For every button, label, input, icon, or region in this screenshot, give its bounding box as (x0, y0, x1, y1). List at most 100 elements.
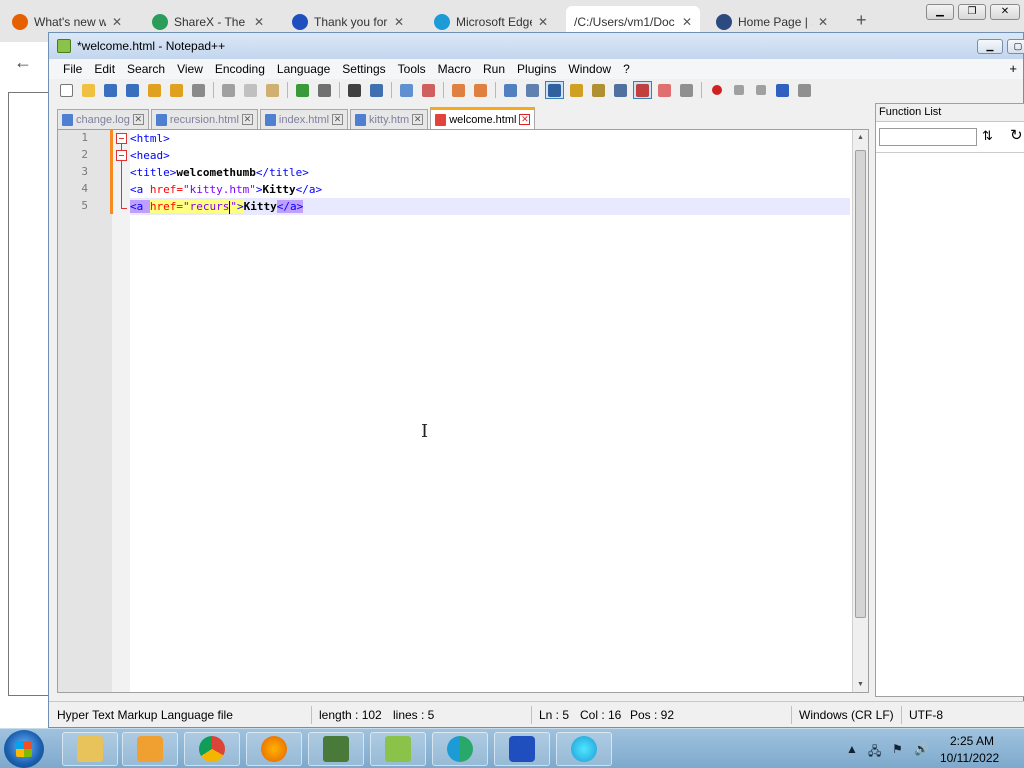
volume-icon[interactable]: 🔊 (914, 742, 929, 756)
doc-list-button[interactable] (611, 81, 630, 99)
menu-tools[interactable]: Tools (392, 59, 432, 79)
browser-restore-button[interactable]: ❐ (958, 4, 986, 20)
scroll-up-icon[interactable]: ▲ (857, 134, 864, 141)
status-encoding[interactable]: UTF-8 (909, 708, 943, 722)
redo-button[interactable] (315, 81, 334, 99)
file-tab-recursion[interactable]: recursion.html ✕ (150, 109, 258, 129)
taskbar-app-edge[interactable] (556, 732, 612, 766)
macro-record-button[interactable] (707, 81, 726, 99)
clock-date[interactable]: 10/11/2022 (940, 751, 999, 765)
menu-encoding[interactable]: Encoding (209, 59, 271, 79)
file-tab-welcome[interactable]: welcome.html ✕ (430, 107, 536, 129)
file-tab-change-log[interactable]: change.log ✕ (57, 109, 149, 129)
minimize-button[interactable]: ▁ (977, 39, 1003, 54)
menu-language[interactable]: Language (271, 59, 336, 79)
vertical-scrollbar[interactable]: ▲ ▼ (852, 130, 868, 692)
scrollbar-thumb[interactable] (855, 150, 866, 618)
taskbar-app-media-player[interactable] (122, 732, 178, 766)
taskbar-app-chrome[interactable] (184, 732, 240, 766)
reload-icon[interactable]: ↻ (1010, 126, 1023, 144)
function-list-button[interactable] (633, 81, 652, 99)
folder-workspace-button[interactable] (655, 81, 674, 99)
close-icon[interactable]: ✕ (412, 114, 424, 125)
macro-save-button[interactable] (795, 81, 814, 99)
menu-window[interactable]: Window (562, 59, 617, 79)
taskbar-app-task-manager[interactable] (308, 732, 364, 766)
fold-toggle-icon[interactable] (116, 150, 127, 161)
menu-search[interactable]: Search (121, 59, 171, 79)
new-tab-icon[interactable]: + (856, 10, 867, 31)
function-list-search-input[interactable] (879, 128, 977, 146)
menu-macro[interactable]: Macro (432, 59, 477, 79)
add-icon[interactable]: + (1009, 59, 1017, 79)
cut-button[interactable] (219, 81, 238, 99)
taskbar-app-edge-dev[interactable] (432, 732, 488, 766)
indent-guide-button[interactable] (545, 81, 564, 99)
close-icon[interactable]: ✕ (132, 114, 144, 125)
taskbar-app-explorer[interactable] (62, 732, 118, 766)
network-icon[interactable]: 🖧 (868, 742, 881, 763)
word-wrap-button[interactable] (501, 81, 520, 99)
clock-time[interactable]: 2:25 AM (950, 734, 994, 748)
show-all-chars-button[interactable] (523, 81, 542, 99)
close-icon[interactable]: ✕ (538, 15, 548, 29)
new-file-button[interactable] (57, 81, 76, 99)
save-button[interactable] (101, 81, 120, 99)
taskbar-app-notepadpp[interactable] (370, 732, 426, 766)
window-titlebar[interactable]: *welcome.html - Notepad++ ▁ ▢ (49, 33, 1024, 59)
close-icon[interactable]: ✕ (112, 15, 122, 29)
sync-horizontal-button[interactable] (471, 81, 490, 99)
menu-view[interactable]: View (171, 59, 209, 79)
sort-icon[interactable]: ⇅ (982, 128, 993, 144)
show-hidden-icons-icon[interactable]: ▲ (846, 742, 858, 756)
browser-minimize-button[interactable]: ▁ (926, 4, 954, 20)
copy-button[interactable] (241, 81, 260, 99)
open-file-button[interactable] (79, 81, 98, 99)
sync-vertical-button[interactable] (449, 81, 468, 99)
undo-button[interactable] (293, 81, 312, 99)
monitoring-button[interactable] (677, 81, 696, 99)
close-icon[interactable]: ✕ (519, 114, 531, 125)
close-all-button[interactable] (167, 81, 186, 99)
code-editor[interactable]: 1 2 3 4 5 <html> <head> <title>welcometh… (57, 129, 869, 693)
replace-button[interactable] (367, 81, 386, 99)
file-tab-index[interactable]: index.html ✕ (259, 109, 349, 129)
close-icon[interactable]: ✕ (241, 114, 253, 125)
doc-map-button[interactable] (589, 81, 608, 99)
scroll-down-icon[interactable]: ▼ (857, 681, 864, 688)
macro-play-button[interactable] (751, 81, 770, 99)
zoom-out-button[interactable] (419, 81, 438, 99)
fold-toggle-icon[interactable] (116, 133, 127, 144)
zoom-in-button[interactable] (397, 81, 416, 99)
start-button[interactable] (4, 730, 44, 768)
menu-plugins[interactable]: Plugins (511, 59, 562, 79)
close-icon[interactable]: ✕ (254, 15, 264, 29)
paste-button[interactable] (263, 81, 282, 99)
udl-button[interactable] (567, 81, 586, 99)
find-button[interactable] (345, 81, 364, 99)
macro-stop-button[interactable] (729, 81, 748, 99)
taskbar-app-firefox[interactable] (246, 732, 302, 766)
menu-file[interactable]: File (57, 59, 88, 79)
back-arrow-icon[interactable]: ← (14, 52, 32, 73)
print-button[interactable] (189, 81, 208, 99)
close-icon[interactable]: ✕ (818, 15, 828, 29)
menu-run[interactable]: Run (477, 59, 511, 79)
taskbar-app-malwarebytes[interactable] (494, 732, 550, 766)
menu-help[interactable]: ? (617, 59, 636, 79)
maximize-button[interactable]: ▢ (1007, 39, 1024, 54)
action-center-flag-icon[interactable]: ⚑ (892, 742, 903, 756)
save-all-button[interactable] (123, 81, 142, 99)
menu-edit[interactable]: Edit (88, 59, 121, 79)
file-tab-kitty[interactable]: kitty.htm ✕ (350, 109, 429, 129)
close-icon[interactable]: ✕ (682, 15, 692, 29)
macro-run-multiple-button[interactable] (773, 81, 792, 99)
browser-close-button[interactable]: ✕ (990, 4, 1020, 20)
close-file-button[interactable] (145, 81, 164, 99)
close-icon[interactable]: ✕ (332, 114, 344, 125)
file-tab-bar: change.log ✕ recursion.html ✕ index.html… (57, 107, 867, 129)
status-eol[interactable]: Windows (CR LF) (799, 708, 894, 722)
menu-bar: File Edit Search View Encoding Language … (49, 59, 1023, 79)
close-icon[interactable]: ✕ (394, 15, 404, 29)
menu-settings[interactable]: Settings (336, 59, 391, 79)
